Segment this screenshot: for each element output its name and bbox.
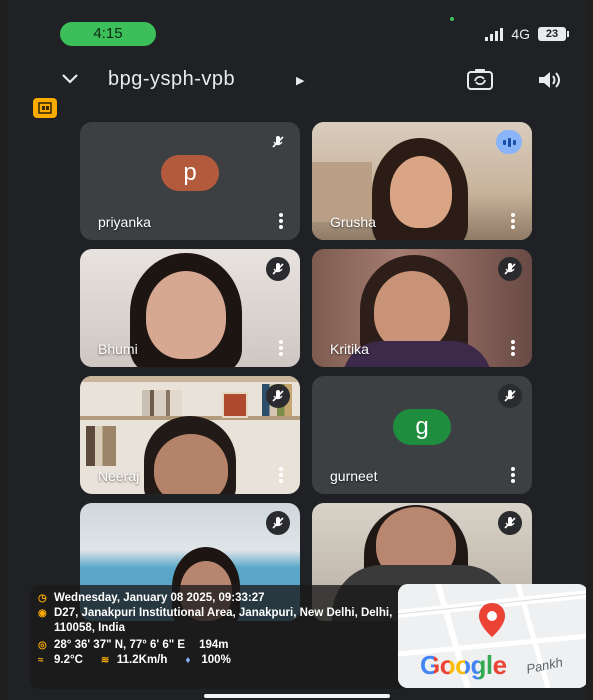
temperature-text: 9.2°C <box>54 654 83 666</box>
meet-screen: 4:15 4G 23 bpg-ysph-vpb ▶ p priyanka Gru… <box>8 0 586 700</box>
address-text: D27, Janakpuri Institutional Area, Janak… <box>54 607 393 634</box>
more-options-icon[interactable] <box>506 212 520 230</box>
signal-icon <box>485 27 504 41</box>
status-icons: 4G 23 <box>485 22 569 46</box>
coordinates-line: ◎ 28° 36' 37" N, 77° 6' 6" E 194m <box>38 638 400 653</box>
clock-icon: ◷ <box>38 593 47 604</box>
meeting-top-bar: bpg-ysph-vpb ▶ <box>8 60 586 100</box>
recording-badge-icon <box>33 98 57 118</box>
more-options-icon[interactable] <box>506 466 520 484</box>
humidity-icon: ♦ <box>185 655 191 666</box>
globe-icon: ◎ <box>38 640 47 651</box>
meeting-code[interactable]: bpg-ysph-vpb <box>108 68 235 91</box>
mic-off-icon <box>266 511 290 535</box>
participant-tile[interactable]: Grusha <box>312 122 532 240</box>
map-thumbnail[interactable]: Google Pankh <box>398 584 586 688</box>
avatar: g <box>393 409 451 445</box>
more-options-icon[interactable] <box>274 339 288 357</box>
weather-line: ≈ 9.2°C ≋ 11.2Km/h ♦ 100% <box>38 653 400 668</box>
video-face <box>374 271 450 351</box>
video-face <box>390 156 452 228</box>
address-line: ◉ D27, Janakpuri Institutional Area, Jana… <box>38 606 400 636</box>
altitude-text: 194m <box>199 639 229 651</box>
datetime-text: Wednesday, January 08 2025, 09:33:27 <box>54 592 265 604</box>
avatar: p <box>161 155 219 191</box>
participant-tile[interactable]: g gurneet <box>312 376 532 494</box>
datetime-line: ◷ Wednesday, January 08 2025, 09:33:27 <box>38 591 400 606</box>
participant-name: gurneet <box>330 468 378 484</box>
mic-in-use-indicator <box>450 17 454 21</box>
mic-off-icon <box>266 384 290 408</box>
participant-tile[interactable]: Bhumi <box>80 249 300 367</box>
thermometer-icon: ≈ <box>38 655 44 666</box>
status-bar: 4:15 4G 23 <box>8 0 586 48</box>
mic-off-icon <box>498 257 522 281</box>
participant-name: Neeraj <box>98 468 140 484</box>
mic-off-icon <box>266 257 290 281</box>
wind-icon: ≋ <box>100 655 110 666</box>
more-options-icon[interactable] <box>506 339 520 357</box>
more-options-icon[interactable] <box>274 466 288 484</box>
participant-name: Grusha <box>330 214 376 230</box>
more-options-icon[interactable] <box>274 212 288 230</box>
meeting-info-arrow-icon[interactable]: ▶ <box>296 74 304 87</box>
participant-tile[interactable]: Neeraj <box>80 376 300 494</box>
participant-name: Bhumi <box>98 341 138 357</box>
speaking-indicator-icon <box>496 130 522 154</box>
video-face <box>154 434 228 494</box>
status-time: 4:15 <box>60 22 156 46</box>
switch-camera-icon[interactable] <box>466 68 494 92</box>
battery-icon: 23 <box>538 27 569 41</box>
participant-name: priyanka <box>98 214 151 230</box>
wind-text: 11.2Km/h <box>116 654 168 666</box>
gps-info-overlay: ◷ Wednesday, January 08 2025, 09:33:27 ◉ D… <box>30 585 408 689</box>
video-books <box>86 426 116 466</box>
mic-off-icon <box>498 384 522 408</box>
home-indicator[interactable] <box>204 694 390 698</box>
video-frame <box>222 392 248 418</box>
mic-off-icon <box>498 511 522 535</box>
humidity-text: 100% <box>201 654 231 666</box>
coordinates-text: 28° 36' 37" N, 77° 6' 6" E <box>54 639 186 651</box>
google-logo: Google <box>420 650 507 680</box>
participant-tile[interactable]: Kritika <box>312 249 532 367</box>
speaker-icon[interactable] <box>536 68 562 92</box>
video-shelf <box>80 376 300 382</box>
network-type: 4G <box>511 26 530 42</box>
video-shelf <box>312 162 372 222</box>
chevron-down-icon[interactable] <box>60 68 80 88</box>
participant-tile[interactable]: p priyanka <box>80 122 300 240</box>
video-books <box>142 390 182 416</box>
mic-off-icon <box>266 130 290 154</box>
location-pin-icon: ◉ <box>38 608 47 619</box>
map-pin-icon <box>479 603 505 637</box>
participant-name: Kritika <box>330 341 369 357</box>
video-face <box>146 271 226 359</box>
